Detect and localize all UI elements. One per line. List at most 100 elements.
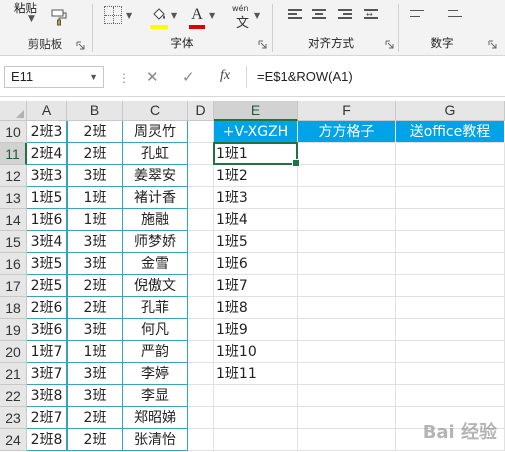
cell-b10[interactable]: 2班 (67, 121, 123, 143)
cell-a10[interactable]: 2班3 (27, 121, 67, 143)
cell-d19[interactable] (188, 319, 214, 341)
merge-center-icon[interactable]: ↔ (364, 8, 378, 22)
phonetic-guide-icon[interactable]: 文 (236, 12, 249, 31)
cell-a16[interactable]: 3班5 (27, 253, 67, 275)
cell-d24[interactable] (188, 429, 214, 451)
cell-a15[interactable]: 3班4 (27, 231, 67, 253)
insert-function-button[interactable]: fx (220, 68, 230, 84)
cell-g19[interactable] (396, 319, 505, 341)
row-header-11[interactable]: 11 (0, 143, 27, 165)
row-header-14[interactable]: 14 (0, 209, 27, 231)
decrease-decimal-icon[interactable] (448, 8, 462, 22)
align-left-icon[interactable] (288, 8, 302, 22)
cell-d12[interactable] (188, 165, 214, 187)
column-header-f[interactable]: F (298, 101, 396, 121)
font-color-icon[interactable]: A (189, 6, 205, 29)
cell-c19[interactable]: 何凡 (123, 319, 188, 341)
formula-bar-grip-icon[interactable]: ⋮ (118, 71, 130, 85)
cell-e19[interactable]: 1班9 (214, 319, 298, 341)
cell-b15[interactable]: 3班 (67, 231, 123, 253)
cell-a24[interactable]: 2班8 (27, 429, 67, 451)
cell-b22[interactable]: 3班 (67, 385, 123, 407)
cell-f14[interactable] (298, 209, 396, 231)
row-header-15[interactable]: 15 (0, 231, 27, 253)
column-header-d[interactable]: D (188, 101, 214, 121)
cell-a18[interactable]: 2班6 (27, 297, 67, 319)
cell-a13[interactable]: 1班5 (27, 187, 67, 209)
cell-e12[interactable]: 1班2 (214, 165, 298, 187)
row-header-19[interactable]: 19 (0, 319, 27, 341)
cell-b14[interactable]: 1班 (67, 209, 123, 231)
align-center-icon[interactable] (312, 8, 326, 22)
cell-a11[interactable]: 2班4 (27, 143, 67, 165)
cell-b18[interactable]: 2班 (67, 297, 123, 319)
cell-g20[interactable] (396, 341, 505, 363)
cell-g13[interactable] (396, 187, 505, 209)
cell-g21[interactable] (396, 363, 505, 385)
column-header-g[interactable]: G (396, 101, 505, 121)
chevron-down-icon[interactable]: ▼ (89, 67, 98, 87)
cell-f10[interactable]: 方方格子 (298, 121, 396, 143)
cell-e10[interactable]: +V-XGZH (214, 121, 298, 143)
cell-f12[interactable] (298, 165, 396, 187)
cell-f16[interactable] (298, 253, 396, 275)
cell-b11[interactable]: 2班 (67, 143, 123, 165)
cell-f20[interactable] (298, 341, 396, 363)
cell-a21[interactable]: 3班7 (27, 363, 67, 385)
cell-g16[interactable] (396, 253, 505, 275)
cell-c22[interactable]: 李显 (123, 385, 188, 407)
cell-a23[interactable]: 2班7 (27, 407, 67, 429)
cell-c12[interactable]: 姜翠安 (123, 165, 188, 187)
cell-g14[interactable] (396, 209, 505, 231)
cell-e18[interactable]: 1班8 (214, 297, 298, 319)
column-header-a[interactable]: A (27, 101, 67, 121)
row-header-13[interactable]: 13 (0, 187, 27, 209)
cell-g18[interactable] (396, 297, 505, 319)
formula-input[interactable]: =E$1&ROW(A1) (246, 66, 505, 88)
cell-g12[interactable] (396, 165, 505, 187)
cell-a14[interactable]: 1班6 (27, 209, 67, 231)
cell-e17[interactable]: 1班7 (214, 275, 298, 297)
fill-color-dropdown-icon[interactable]: ▼ (171, 11, 177, 20)
row-header-16[interactable]: 16 (0, 253, 27, 275)
cell-d13[interactable] (188, 187, 214, 209)
cell-f18[interactable] (298, 297, 396, 319)
cell-d17[interactable] (188, 275, 214, 297)
cell-b21[interactable]: 3班 (67, 363, 123, 385)
spreadsheet-grid[interactable]: A B C D E F G 10 2班3 2班 周灵竹 +V-XGZH 方方格子 送office教程 11 2… (0, 101, 505, 452)
number-launcher-icon[interactable] (488, 40, 497, 49)
cell-a12[interactable]: 3班3 (27, 165, 67, 187)
cell-a19[interactable]: 3班6 (27, 319, 67, 341)
column-header-e[interactable]: E (214, 101, 298, 121)
cell-e15[interactable]: 1班5 (214, 231, 298, 253)
cell-g22[interactable] (396, 385, 505, 407)
cell-e21[interactable]: 1班11 (214, 363, 298, 385)
enter-icon[interactable]: ✓ (182, 68, 195, 86)
cell-a22[interactable]: 3班8 (27, 385, 67, 407)
align-right-icon[interactable] (338, 8, 352, 22)
cell-d20[interactable] (188, 341, 214, 363)
cell-c23[interactable]: 郑昭娣 (123, 407, 188, 429)
increase-decimal-icon[interactable] (410, 8, 424, 22)
cell-b19[interactable]: 3班 (67, 319, 123, 341)
row-header-23[interactable]: 23 (0, 407, 27, 429)
active-cell-border[interactable] (213, 142, 300, 167)
cell-b24[interactable]: 2班 (67, 429, 123, 451)
cell-e24[interactable] (214, 429, 298, 451)
column-header-b[interactable]: B (67, 101, 123, 121)
row-header-12[interactable]: 12 (0, 165, 27, 187)
row-header-18[interactable]: 18 (0, 297, 27, 319)
cell-e13[interactable]: 1班3 (214, 187, 298, 209)
cell-c15[interactable]: 师梦娇 (123, 231, 188, 253)
cell-b20[interactable]: 1班 (67, 341, 123, 363)
cell-e14[interactable]: 1班4 (214, 209, 298, 231)
cell-f17[interactable] (298, 275, 396, 297)
cell-d10[interactable] (188, 121, 214, 143)
cell-e20[interactable]: 1班10 (214, 341, 298, 363)
alignment-launcher-icon[interactable] (385, 40, 394, 49)
cell-g10[interactable]: 送office教程 (396, 121, 505, 143)
cell-b13[interactable]: 1班 (67, 187, 123, 209)
cell-b16[interactable]: 3班 (67, 253, 123, 275)
row-header-10[interactable]: 10 (0, 121, 27, 143)
cell-f21[interactable] (298, 363, 396, 385)
